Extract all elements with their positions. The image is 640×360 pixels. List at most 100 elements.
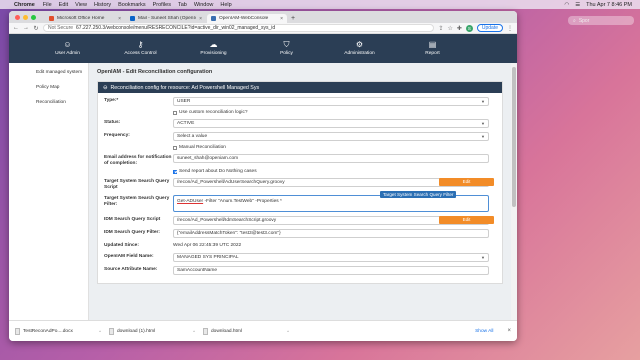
type-value: USER [177,99,191,104]
profile-avatar[interactable]: S [465,24,473,32]
sidebar-item-edit-managed-system[interactable]: Edit managed system [9,65,88,80]
menu-help[interactable]: Help [220,2,231,8]
tab-strip: Microsoft Office Home × Mail - Suneet Sh… [9,11,517,23]
manual-recon-label: Manual Reconciliation [179,145,226,150]
back-icon[interactable]: ← [13,25,19,31]
menu-file[interactable]: File [43,2,52,8]
custom-logic-checkbox[interactable]: Use custom reconciliation logic? [173,110,496,115]
target-script-value: /recon/Ad_Powershell/AdUserSearchQuery.g… [177,180,285,185]
not-secure-label[interactable]: Not Secure [48,25,73,31]
tab-office-home[interactable]: Microsoft Office Home × [45,14,125,23]
menu-window[interactable]: Window [194,2,214,8]
openiam-field-select[interactable]: MANAGED SYS PRINCIPAL ▼ [173,253,489,262]
chevron-up-icon[interactable]: ^ [193,329,195,334]
url-bar[interactable]: Not Secure 67.227.250.3/webconsole/menu/… [43,24,435,32]
row-target-filter: Target System Search Query Filter: Targe… [104,191,496,212]
sidebar-item-reconciliation[interactable]: Reconciliation [9,95,88,110]
tab-mail[interactable]: Mail - Suneet Shah (OpenIAM) - × [126,14,206,23]
forward-icon[interactable]: → [23,25,29,31]
source-attr-label: Source Attribute Name: [104,267,158,272]
status-select[interactable]: ACTIVE ▼ [173,119,489,128]
more-menu-icon[interactable]: ⋮ [507,25,513,32]
frequency-select[interactable]: Select a value ▼ [173,132,489,141]
page-scrollbar[interactable] [511,63,517,331]
nav-access-control[interactable]: ⚷ Access Control [104,34,177,63]
menu-edit[interactable]: Edit [59,2,68,8]
menu-history[interactable]: History [94,2,111,8]
extensions-icon[interactable]: ✚ [457,25,462,32]
close-tab-icon[interactable]: × [199,16,202,22]
nav-administration[interactable]: ⚙ Administration [323,34,396,63]
nav-policy[interactable]: ⛉ Policy [250,34,323,63]
nav-label: Report [425,51,440,56]
close-window-icon[interactable] [15,15,20,20]
download-name: download (1).html [117,328,156,334]
target-filter-label: Target System Search Query Filter: [104,196,170,207]
share-icon[interactable]: ⇪ [438,25,443,32]
close-tab-icon[interactable]: × [118,16,121,22]
edit-idm-script-button[interactable]: Edit [439,216,494,224]
menu-view[interactable]: View [75,2,87,8]
nav-provisioning[interactable]: ☁ Provisioning [177,34,250,63]
update-button[interactable]: Update [476,24,503,32]
url-text: 67.227.250.3/webconsole/menu/RESRECONCIL… [76,25,276,31]
download-item[interactable]: download.html ^ [203,327,289,335]
status-label: Status: [104,120,121,125]
close-tab-icon[interactable]: × [280,16,283,22]
report-icon: ▤ [428,40,437,49]
clock[interactable]: Thu Apr 7 8:46 PM [586,2,632,8]
row-idm-script: IDM Search Query Script /recon/Ad_Powers… [104,216,496,225]
filter-command: Get-ADUser [177,199,204,204]
show-all-downloads-button[interactable]: Show All [475,329,493,334]
nav-label: Access Control [124,51,157,56]
collapse-icon[interactable]: ⊖ [103,85,107,91]
filter-args: -Filter "Anum.TestWeb" -Properties * [203,199,282,204]
menubar-status: ◠ ☰ Thu Apr 7 8:46 PM [564,2,632,8]
type-select[interactable]: USER ▼ [173,97,489,106]
row-type: Type:* USER ▼ Use custom reconciliation … [104,97,496,115]
nav-label: Policy [280,51,293,56]
tab-webconsole[interactable]: OpenIAM-WebConsole × [207,14,287,23]
zoom-window-icon[interactable] [31,15,36,20]
tab-title: Mail - Suneet Shah (OpenIAM) - [138,16,196,21]
menu-profiles[interactable]: Profiles [153,2,171,8]
email-field[interactable]: suneet_shah@openiam.com [173,154,489,163]
control-center-icon[interactable]: ☰ [575,2,580,8]
star-icon[interactable]: ☆ [447,25,452,32]
nav-report[interactable]: ▤ Report [396,34,469,63]
edit-target-script-button[interactable]: Edit [439,178,494,186]
close-icon[interactable]: × [507,328,511,334]
menu-app-chrome[interactable]: Chrome [14,2,35,8]
wifi-icon[interactable]: ◠ [564,2,569,8]
chevron-down-icon: ▼ [481,255,485,260]
chevron-down-icon: ▼ [481,99,485,104]
shield-icon: ⛉ [283,40,290,49]
download-item[interactable]: download (1).html ^ [109,327,195,335]
download-item[interactable]: TestReconAdPo....docx ^ [15,327,101,335]
office-icon [49,16,54,21]
tab-title: Microsoft Office Home [57,16,105,21]
sidebar-item-policy-map[interactable]: Policy Map [9,80,88,95]
idm-filter-field[interactable]: {"emailAddressMatchToken": "test3@test3.… [173,229,489,238]
chevron-up-icon[interactable]: ^ [99,329,101,334]
send-report-checkbox[interactable]: Send report about Do Nothing cases [173,169,496,174]
desktop-search[interactable]: ⌕ Spor [568,16,634,25]
menu-bookmarks[interactable]: Bookmarks [118,2,146,8]
panel-header[interactable]: ⊖ Reconciliation config for resource: Ad… [98,82,502,93]
download-bar: TestReconAdPo....docx ^ download (1).htm… [9,320,517,341]
gear-icon: ⚙ [355,40,364,49]
minimize-window-icon[interactable] [23,15,28,20]
reload-icon[interactable]: ↻ [33,25,39,32]
manual-recon-checkbox[interactable]: Manual Reconciliation [173,145,496,150]
row-openiam-field: OpenIAM Field Name: MANAGED SYS PRINCIPA… [104,253,496,262]
chevron-up-icon[interactable]: ^ [287,329,289,334]
checkbox-checked-icon [173,169,177,174]
type-label: Type:* [104,98,119,103]
nav-user-admin[interactable]: ☺ User Admin [31,34,104,63]
source-attr-field[interactable]: SamAccountName [173,266,489,275]
menu-tab[interactable]: Tab [178,2,187,8]
scrollbar-thumb[interactable] [512,67,516,207]
target-script-label: Target System Search Query Script [104,179,170,190]
page-title: OpenIAM - Edit Reconciliation configurat… [97,69,213,75]
new-tab-icon[interactable]: + [291,15,295,22]
